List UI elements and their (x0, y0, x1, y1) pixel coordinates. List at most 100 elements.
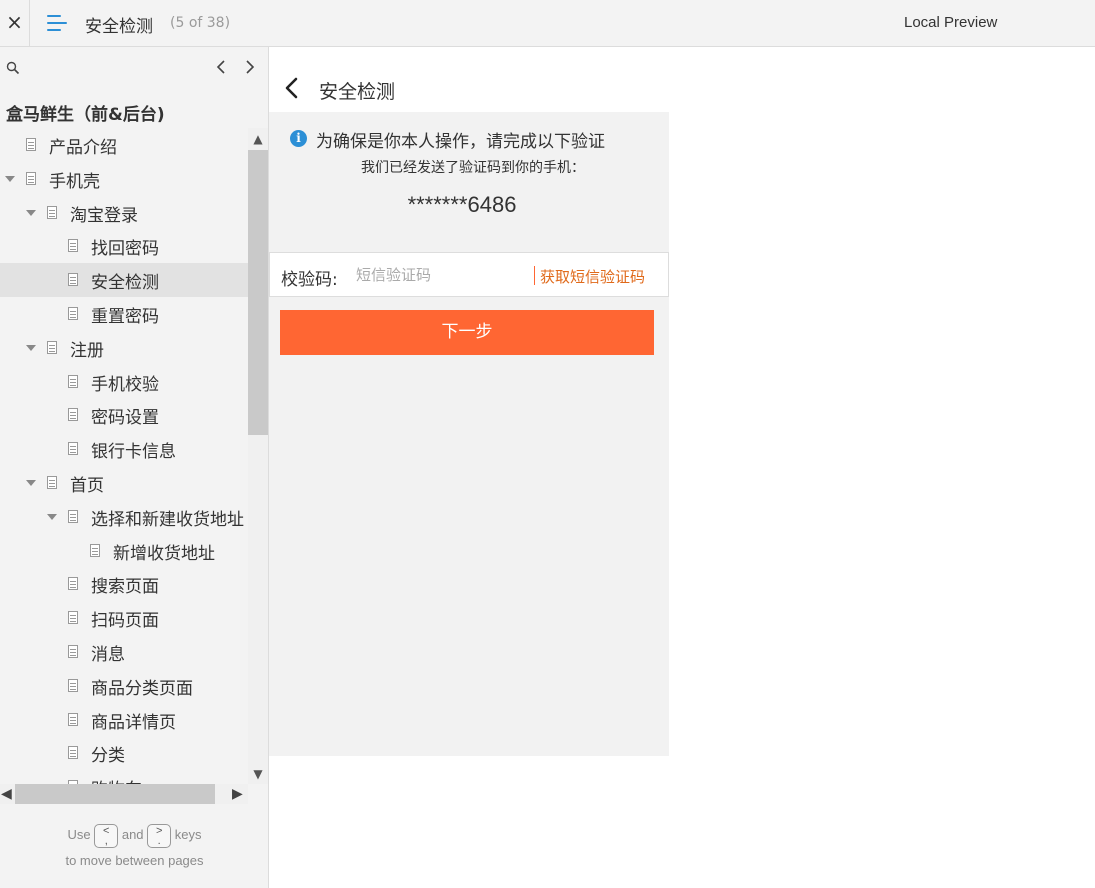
tree-item-label: 银行卡信息 (91, 442, 176, 463)
tree-item-label: 找回密码 (91, 239, 159, 260)
code-divider (534, 266, 535, 285)
expand-caret-icon[interactable] (26, 209, 36, 216)
page-count: (5 of 38) (170, 15, 231, 31)
verify-title: 为确保是你本人操作，请完成以下验证 (316, 132, 605, 152)
tree-item[interactable]: 搜索页面 (0, 567, 248, 601)
page-doc-icon (68, 239, 78, 253)
page-doc-icon (68, 273, 78, 287)
page-doc-icon (90, 543, 100, 557)
code-label: 校验码: (281, 270, 338, 290)
scroll-left-icon[interactable]: ◀ (1, 786, 12, 802)
local-preview-label[interactable]: Local Preview (904, 14, 997, 31)
keyboard-hint: Use <, and >. keys to move between pages (0, 822, 269, 874)
page-doc-icon (68, 746, 78, 760)
tree-item[interactable]: 银行卡信息 (0, 432, 248, 466)
page-doc-icon (26, 171, 36, 185)
phone-screen: i 为确保是你本人操作，请完成以下验证 我们已经发送了验证码到你的手机： ***… (269, 112, 669, 756)
tree-item-label: 商品分类页面 (91, 678, 193, 699)
tree-item-label: 重置密码 (91, 306, 159, 327)
page-doc-icon (47, 205, 57, 219)
tree-item[interactable]: 扫码页面 (0, 601, 248, 635)
tree-item-label: 淘宝登录 (70, 205, 138, 226)
scroll-up-icon[interactable]: ▲ (252, 133, 264, 145)
page-doc-icon (26, 138, 36, 151)
menu-icon[interactable] (47, 13, 69, 33)
back-arrow-icon[interactable] (283, 76, 299, 100)
tree-item[interactable]: 购物车 (0, 770, 248, 784)
next-step-button[interactable]: 下一步 (280, 310, 654, 355)
tree-item[interactable]: 选择和新建收货地址 (0, 500, 248, 534)
scroll-right-icon[interactable]: ▶ (232, 786, 243, 802)
hscroll-thumb[interactable] (15, 784, 215, 804)
expand-caret-icon[interactable] (5, 175, 15, 182)
vertical-scrollbar[interactable]: ▲ ▼ (248, 128, 268, 784)
search-icon[interactable] (6, 61, 20, 75)
tree-item[interactable]: 消息 (0, 635, 248, 669)
tree-item-label: 扫码页面 (91, 611, 159, 632)
tree-item-label: 新增收货地址 (113, 543, 215, 564)
hint-line2: to move between pages (65, 853, 204, 868)
verify-subtitle: 我们已经发送了验证码到你的手机： (361, 160, 585, 176)
tree-item[interactable]: 手机壳 (0, 162, 248, 196)
page-title: 安全检测 (85, 17, 153, 37)
hint-keys: keys (174, 827, 202, 842)
page-doc-icon (47, 340, 57, 354)
tree-item-label: 产品介绍 (49, 138, 117, 158)
expand-caret-icon[interactable] (26, 344, 36, 351)
page-doc-icon (68, 577, 78, 591)
tree-item-label: 分类 (91, 746, 125, 767)
hint-and: and (121, 827, 144, 842)
tree-item-label: 搜索页面 (91, 577, 159, 598)
tree-item-label: 安全检测 (91, 273, 159, 294)
expand-caret-icon[interactable] (47, 513, 57, 520)
tree-item-label: 密码设置 (91, 408, 159, 429)
close-button[interactable]: × (0, 0, 30, 46)
get-sms-code-button[interactable]: 获取短信验证码 (540, 266, 645, 287)
page-doc-icon (47, 475, 57, 489)
hint-use: Use (67, 827, 91, 842)
tree-item[interactable]: 首页 (0, 466, 248, 500)
prev-key-icon: <, (94, 823, 119, 848)
tree-item[interactable]: 重置密码 (0, 297, 248, 331)
page-doc-icon (68, 408, 78, 422)
tree-item[interactable]: 新增收货地址 (0, 534, 248, 568)
tree-item-label: 消息 (91, 644, 125, 665)
next-key-icon: >. (147, 823, 172, 848)
page-doc-icon (68, 509, 78, 523)
code-row: 校验码: 获取短信验证码 (269, 252, 669, 297)
masked-phone-number: *******6486 (407, 192, 517, 217)
page-doc-icon (68, 306, 78, 320)
scroll-down-icon[interactable]: ▼ (252, 768, 264, 780)
tree-item-label: 手机校验 (91, 374, 159, 395)
tree-item[interactable]: 分类 (0, 736, 248, 770)
tree-item[interactable]: 找回密码 (0, 229, 248, 263)
tree-item[interactable]: 密码设置 (0, 398, 248, 432)
prev-page-icon[interactable] (212, 56, 230, 78)
page-tree: 产品介绍手机壳淘宝登录找回密码安全检测重置密码注册手机校验密码设置银行卡信息首页… (0, 128, 248, 784)
main-title: 安全检测 (319, 81, 396, 103)
tree-item[interactable]: 商品分类页面 (0, 669, 248, 703)
tree-item-label: 手机壳 (49, 171, 100, 192)
sidebar: 盒马鲜生（前&后台) 产品介绍手机壳淘宝登录找回密码安全检测重置密码注册手机校验… (0, 47, 269, 888)
project-title: 盒马鲜生（前&后台) (6, 105, 165, 125)
tree-item[interactable]: 安全检测 (0, 263, 248, 297)
horizontal-scrollbar[interactable]: ◀ ▶ (0, 784, 248, 804)
prev-key-bottom: , (104, 834, 108, 847)
expand-caret-icon[interactable] (26, 479, 36, 486)
tree-item-label: 首页 (70, 475, 104, 496)
page-doc-icon (68, 374, 78, 388)
next-page-icon[interactable] (241, 56, 259, 78)
top-bar: × 安全检测 (5 of 38) Local Preview (0, 0, 1095, 47)
page-doc-icon (68, 644, 78, 658)
tree-item-label: 注册 (70, 340, 104, 361)
tree-item[interactable]: 注册 (0, 331, 248, 365)
page-doc-icon (68, 678, 78, 692)
tree-item[interactable]: 商品详情页 (0, 703, 248, 737)
tree-item[interactable]: 产品介绍 (0, 128, 248, 162)
scroll-thumb[interactable] (248, 150, 268, 435)
sms-code-input[interactable] (356, 261, 526, 289)
next-key-bottom: . (157, 834, 161, 847)
page-doc-icon (68, 611, 78, 625)
tree-item[interactable]: 手机校验 (0, 365, 248, 399)
tree-item[interactable]: 淘宝登录 (0, 196, 248, 230)
